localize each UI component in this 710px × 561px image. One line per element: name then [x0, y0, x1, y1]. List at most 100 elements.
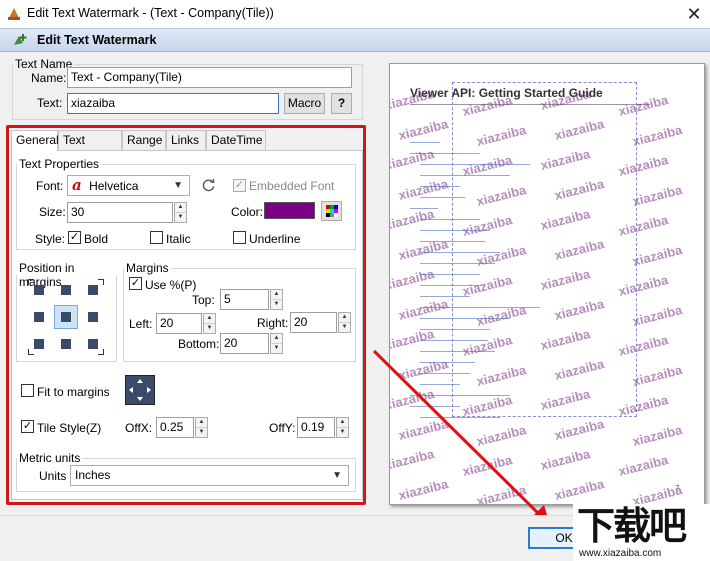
toc-line	[420, 186, 460, 187]
position-top-center[interactable]	[55, 279, 77, 301]
toc-line	[410, 142, 440, 143]
size-spinner[interactable]: ▲ ▼	[174, 202, 187, 223]
bold-checkbox[interactable]: ✓	[68, 231, 81, 244]
tile-style-checkbox[interactable]: ✓	[21, 420, 34, 433]
italic-checkbox[interactable]	[150, 231, 163, 244]
corner-bracket-icon	[98, 279, 104, 285]
watermark-tile: xiazaiba	[616, 452, 670, 479]
toc-line	[420, 175, 510, 176]
toc-line	[420, 219, 480, 220]
italic-label: Italic	[166, 232, 191, 246]
toc-line	[420, 230, 490, 231]
toc-line	[410, 208, 438, 209]
offy-label: OffY:	[269, 421, 296, 435]
position-marker	[61, 339, 71, 349]
tab-datetime[interactable]: DateTime	[206, 130, 266, 150]
watermark-tile: xiazaiba	[630, 362, 684, 389]
chevron-down-icon: ▼	[173, 180, 183, 191]
toc-line	[420, 197, 465, 198]
toc-line	[420, 263, 495, 264]
text-name-legend: Text Name	[15, 57, 73, 71]
red-arrow-annotation	[372, 349, 550, 525]
fit-to-margins-checkbox[interactable]	[21, 384, 34, 397]
tile-style-label: Tile Style(Z)	[37, 421, 102, 435]
tab-range[interactable]: Range	[122, 130, 166, 150]
toc-line	[420, 164, 530, 165]
offy-input[interactable]: 0.19	[297, 417, 335, 438]
watermark-tile: xiazaiba	[630, 182, 684, 209]
right-margin-label: Right:	[257, 316, 289, 330]
underline-label: Underline	[249, 232, 301, 246]
help-button[interactable]: ?	[331, 93, 352, 114]
position-middle-left[interactable]	[28, 306, 50, 328]
add-watermark-icon	[14, 34, 27, 45]
position-top-right[interactable]	[82, 279, 104, 301]
watermark-tile: xiazaiba	[389, 266, 436, 293]
watermark-tile: xiazaiba	[630, 422, 684, 449]
top-margin-label: Top:	[192, 293, 215, 307]
font-select[interactable]: a Helvetica ▼	[67, 175, 190, 196]
chevron-down-icon: ▼	[332, 470, 342, 481]
fit-expand-icon[interactable]	[125, 375, 155, 405]
embedded-font-label: Embedded Font	[249, 179, 335, 193]
text-input[interactable]: xiazaiba	[67, 93, 279, 114]
position-marker	[34, 285, 44, 295]
top-margin-spinner[interactable]: ▲ ▼	[270, 289, 283, 310]
toc-line	[420, 318, 510, 319]
bottom-margin-spinner[interactable]: ▲ ▼	[270, 333, 283, 354]
corner-bracket-icon	[28, 279, 34, 285]
brand-logo-text: 下载吧	[577, 504, 687, 548]
toc-line	[420, 340, 488, 341]
toc-line	[420, 241, 485, 242]
use-percent-checkbox[interactable]: ✓	[129, 277, 142, 290]
tab-links[interactable]: Links	[166, 130, 206, 150]
tab-text-effect[interactable]: Text Effect	[58, 130, 122, 165]
macro-button[interactable]: Macro	[284, 93, 325, 114]
underline-checkbox[interactable]	[233, 231, 246, 244]
left-margin-input[interactable]: 20	[156, 313, 202, 334]
refresh-font-icon[interactable]	[201, 178, 216, 193]
size-label: Size:	[39, 205, 66, 219]
position-marker	[88, 285, 98, 295]
color-picker-icon[interactable]	[321, 201, 342, 221]
size-input[interactable]: 30	[67, 202, 173, 223]
watermark-tile: xiazaiba	[630, 242, 684, 269]
toc-line	[420, 285, 482, 286]
position-bottom-left[interactable]	[28, 333, 50, 355]
right-margin-input[interactable]: 20	[290, 312, 337, 333]
watermark-tile: xiazaiba	[389, 86, 436, 113]
color-swatch-fill	[265, 203, 314, 218]
position-center-selected[interactable]	[54, 305, 78, 329]
watermark-tile: xiazaiba	[630, 302, 684, 329]
units-label: Units	[39, 469, 67, 483]
toc-line	[420, 307, 540, 308]
watermark-tile: xiazaiba	[396, 176, 450, 203]
brand-logo: 下载吧 www.xiazaiba.com	[573, 504, 710, 561]
offy-spinner[interactable]: ▲ ▼	[336, 417, 349, 438]
left-margin-spinner[interactable]: ▲ ▼	[203, 313, 216, 334]
position-middle-right[interactable]	[82, 306, 104, 328]
position-bottom-right[interactable]	[82, 333, 104, 355]
offx-spinner[interactable]: ▲ ▼	[195, 417, 208, 438]
position-top-left[interactable]	[28, 279, 50, 301]
watermark-tile: xiazaiba	[389, 146, 436, 173]
close-button[interactable]: ✕	[684, 4, 704, 24]
position-bottom-center[interactable]	[55, 333, 77, 355]
watermark-tile: xiazaiba	[396, 116, 450, 143]
position-marker	[88, 312, 98, 322]
watermark-app-icon	[8, 8, 20, 20]
embedded-font-checkbox[interactable]: ✓	[233, 179, 246, 192]
bottom-margin-input[interactable]: 20	[220, 333, 269, 354]
tab-general[interactable]: General	[11, 130, 59, 151]
left-margin-label: Left:	[129, 317, 153, 331]
offx-label: OffX:	[125, 421, 153, 435]
color-swatch[interactable]	[264, 202, 315, 219]
name-input[interactable]: Text - Company(Tile)	[67, 67, 352, 88]
fit-to-margins-label: Fit to margins	[37, 385, 110, 399]
top-margin-input[interactable]: 5	[220, 289, 269, 310]
position-marker	[34, 339, 44, 349]
units-select[interactable]: Inches ▼	[70, 465, 349, 486]
offx-input[interactable]: 0.25	[156, 417, 194, 438]
right-margin-spinner[interactable]: ▲ ▼	[338, 312, 351, 333]
toc-line	[420, 329, 490, 330]
